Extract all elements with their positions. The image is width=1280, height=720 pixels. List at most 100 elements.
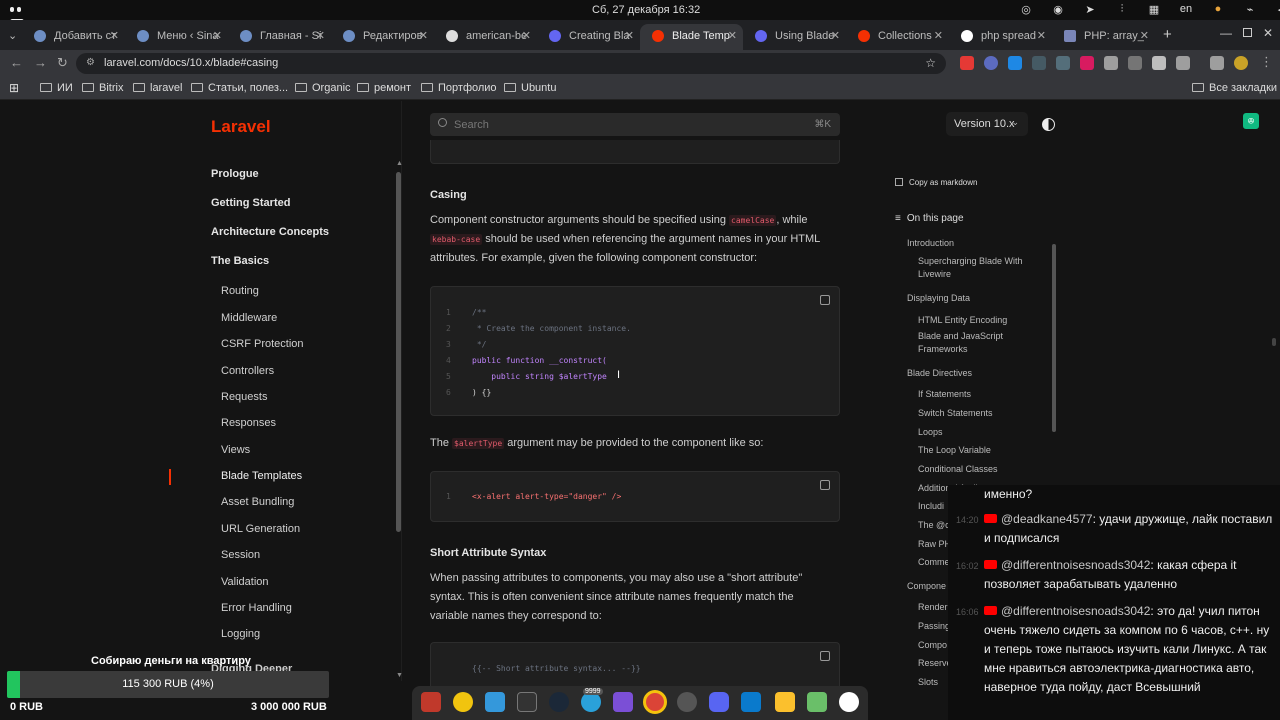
toc-item[interactable]: The Loop Variable <box>918 444 991 457</box>
extension-icon[interactable] <box>1056 56 1070 70</box>
close-icon[interactable]: ✕ <box>1037 29 1046 42</box>
sidebar-item-responses[interactable]: Responses <box>221 417 276 429</box>
bookmark-folder[interactable]: Organic <box>295 82 351 94</box>
toc-item[interactable]: If Statements <box>918 388 971 401</box>
apps-grid-icon[interactable]: ⊞ <box>9 81 19 95</box>
reload-icon[interactable]: ↻ <box>57 55 68 71</box>
extension-icon[interactable] <box>1032 56 1046 70</box>
maximize-button[interactable] <box>1243 28 1252 37</box>
menu-kebab-icon[interactable]: ⋮ <box>1260 54 1273 70</box>
extension-icon[interactable] <box>960 56 974 70</box>
sidebar-item-blade-templates[interactable]: Blade Templates <box>221 470 302 482</box>
scroll-down-icon[interactable]: ▼ <box>396 672 403 679</box>
close-icon[interactable]: ✕ <box>831 29 840 42</box>
toc-item[interactable]: Blade Directives <box>907 367 972 380</box>
chrome-icon[interactable] <box>643 690 667 714</box>
telegram-icon[interactable] <box>581 692 601 712</box>
app-icon[interactable] <box>613 692 633 712</box>
vscode-icon[interactable] <box>741 692 761 712</box>
browser-tab[interactable]: Редактиров ✕ <box>331 24 434 50</box>
bookmark-folder[interactable]: ремонт <box>357 82 411 94</box>
browser-tab[interactable]: Меню ‹ Sina ✕ <box>125 24 228 50</box>
toc-item[interactable]: Compo <box>918 639 947 652</box>
page-scrollbar[interactable] <box>1272 338 1276 346</box>
browser-tab[interactable]: Collections ✕ <box>846 24 949 50</box>
url-field[interactable]: ⚙ laravel.com/docs/10.x/blade#casing ☆ <box>76 53 946 74</box>
language-indicator[interactable]: en <box>1170 3 1202 17</box>
sidebar-item-error-handling[interactable]: Error Handling <box>221 602 292 614</box>
toc-item[interactable]: Passing <box>918 620 950 633</box>
toc-item[interactable]: Switch Statements <box>918 407 993 420</box>
toc-item[interactable]: Compone <box>907 580 946 593</box>
app-icon[interactable] <box>485 692 505 712</box>
close-icon[interactable]: ✕ <box>1140 29 1149 42</box>
copy-as-markdown-button[interactable]: Copy as markdown <box>895 176 977 189</box>
browser-tab[interactable]: Главная - Si ✕ <box>228 24 331 50</box>
sidebar-item-controllers[interactable]: Controllers <box>221 365 274 377</box>
version-select[interactable]: Version 10.x ⌄ <box>946 112 1028 136</box>
sidebar-section-architecture[interactable]: Architecture Concepts <box>211 226 329 238</box>
bookmark-folder[interactable]: Портфолио <box>421 82 497 94</box>
system-clock[interactable]: Сб, 27 декабря 16:32 <box>592 4 700 16</box>
toc-item[interactable]: Includi <box>918 500 944 513</box>
close-icon[interactable]: ✕ <box>625 29 634 42</box>
extension-icon[interactable] <box>984 56 998 70</box>
sidebar-item-session[interactable]: Session <box>221 549 260 561</box>
toc-item[interactable]: Displaying Data <box>907 292 970 305</box>
bookmark-folder[interactable]: Bitrix <box>82 82 123 94</box>
sidebar-item-requests[interactable]: Requests <box>221 391 267 403</box>
minimize-button[interactable]: — <box>1220 26 1232 40</box>
steam-icon[interactable] <box>549 692 569 712</box>
app-icon[interactable] <box>839 692 859 712</box>
sidebar-section-getting-started[interactable]: Getting Started <box>211 197 290 209</box>
bookmark-star-icon[interactable]: ☆ <box>925 56 936 70</box>
theme-toggle-icon[interactable] <box>1042 118 1055 131</box>
extension-icon[interactable] <box>1152 56 1166 70</box>
copy-icon[interactable] <box>820 480 830 490</box>
obs-icon[interactable] <box>677 692 697 712</box>
system-tray[interactable]: ◎ ◉ ➤ ⫶ ▦ en ● ⌁ ◀ ⏻ <box>1010 3 1280 17</box>
tab-search-button[interactable]: ⌄ <box>8 29 17 42</box>
browser-tab[interactable]: php spread ✕ <box>949 24 1052 50</box>
toc-scrollbar[interactable] <box>1052 244 1056 432</box>
sidebar-scrollbar[interactable] <box>396 172 401 532</box>
toc-item[interactable]: The @c <box>918 519 950 532</box>
close-icon[interactable]: ✕ <box>728 29 737 42</box>
laravel-logo[interactable]: Laravel <box>211 117 271 137</box>
all-bookmarks-folder[interactable]: Все закладки <box>1192 82 1277 94</box>
sidebar-item-url-generation[interactable]: URL Generation <box>221 523 300 535</box>
extension-icon[interactable] <box>1104 56 1118 70</box>
avatar[interactable] <box>1234 56 1248 70</box>
browser-tab[interactable]: Using Blade ✕ <box>743 24 846 50</box>
telegram-icon[interactable]: ➤ <box>1074 3 1106 17</box>
close-icon[interactable]: ✕ <box>213 29 222 42</box>
equalizer-icon[interactable]: ⫶ <box>1106 3 1138 17</box>
scroll-up-icon[interactable]: ▲ <box>396 160 403 167</box>
sidebar-item-views[interactable]: Views <box>221 444 250 456</box>
grid-icon[interactable]: ▦ <box>1138 3 1170 17</box>
forward-icon[interactable]: → <box>34 55 47 70</box>
tray-icon[interactable]: ◎ <box>1010 3 1042 17</box>
toc-item[interactable]: Render <box>918 601 948 614</box>
toc-item[interactable]: Supercharging Blade With <box>918 255 1023 268</box>
close-icon[interactable]: ✕ <box>316 29 325 42</box>
toc-item[interactable]: Blade and JavaScript <box>918 330 1003 343</box>
search-input[interactable]: Search ⌘K <box>430 113 840 136</box>
back-icon[interactable]: ← <box>10 55 23 70</box>
tab-groups-icon[interactable] <box>1210 56 1224 70</box>
extension-icon[interactable] <box>1080 56 1094 70</box>
discord-icon[interactable] <box>709 692 729 712</box>
sidebar-item-routing[interactable]: Routing <box>221 285 259 297</box>
toc-item[interactable]: Livewire <box>918 268 951 281</box>
toc-item[interactable]: Raw PH <box>918 538 951 551</box>
copy-icon[interactable] <box>820 295 830 305</box>
translate-icon[interactable]: ꔮ <box>1243 113 1259 129</box>
extension-icon[interactable] <box>1128 56 1142 70</box>
new-tab-button[interactable]: + <box>1163 26 1172 43</box>
close-icon[interactable]: ✕ <box>522 29 531 42</box>
bookmark-folder[interactable]: laravel <box>133 82 182 94</box>
browser-tab[interactable]: american-be ✕ <box>434 24 537 50</box>
close-icon[interactable]: ✕ <box>110 29 119 42</box>
toc-item[interactable]: Conditional Classes <box>918 463 998 476</box>
terminal-icon[interactable] <box>517 692 537 712</box>
